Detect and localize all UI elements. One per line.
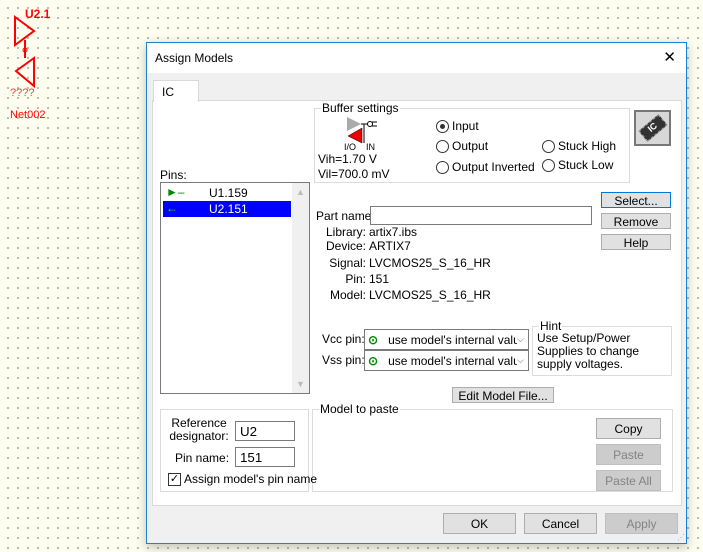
ic-icon[interactable]: IC (634, 110, 671, 146)
radio-output[interactable]: Output (436, 139, 488, 153)
chevron-down-icon: ⌵ (517, 334, 524, 344)
cancel-button[interactable]: Cancel (524, 513, 597, 534)
buffer-symbol[interactable] (12, 14, 42, 94)
reference-designator-input[interactable] (235, 421, 295, 441)
input-pin-icon: ← (166, 201, 178, 215)
pins-list[interactable]: ►– U1.159 ← U2.151 ▲ ▼ (160, 182, 310, 394)
reference-designator-label: Reference designator: (169, 416, 229, 443)
chevron-down-icon: ⌵ (517, 355, 524, 365)
signal-value: LVCMOS25_S_16_HR (369, 256, 491, 270)
vss-select[interactable]: ⊙ use model's internal valu ⌵ (364, 350, 529, 371)
checkbox-check-icon: ✓ (168, 472, 181, 486)
radio-input[interactable]: Input (436, 119, 479, 133)
select-button[interactable]: Select... (601, 192, 671, 208)
buffer-settings-label: Buffer settings (321, 101, 400, 115)
vss-label: Vss pin: (322, 353, 365, 367)
radio-stuck-high[interactable]: Stuck High (542, 139, 616, 153)
list-item-selected[interactable]: ← U2.151 (163, 201, 291, 217)
io-label: I/O (344, 142, 357, 152)
remove-button[interactable]: Remove (601, 213, 671, 229)
pin-label: Pin: (345, 272, 366, 286)
resize-grip-icon[interactable]: ⋰ (677, 533, 685, 542)
model-to-paste-label: Model to paste (319, 402, 400, 416)
ok-button[interactable]: OK (443, 513, 516, 534)
library-value: artix7.ibs (369, 225, 418, 239)
buffer-io-icon (347, 117, 377, 144)
output-pin-icon: ►– (166, 185, 185, 199)
paste-button[interactable]: Paste (596, 444, 661, 465)
pin-name-input[interactable] (235, 447, 295, 467)
help-button[interactable]: Help (601, 234, 671, 250)
hint-text: Use Setup/Power Supplies to change suppl… (537, 331, 640, 371)
device-value: ARTIX7 (369, 239, 411, 253)
pin-value: 151 (369, 272, 390, 286)
hint-group: Hint Use Setup/Power Supplies to change … (532, 319, 672, 376)
vih-text: Vih=1.70 V (318, 152, 377, 166)
device-label: Device: (325, 239, 366, 253)
vcc-select[interactable]: ⊙ use model's internal valu ⌵ (364, 329, 529, 350)
net-label: Net002 (10, 109, 46, 121)
paste-all-button[interactable]: Paste All (596, 470, 661, 491)
part-name-input[interactable] (370, 206, 592, 225)
dialog-title: Assign Models (155, 51, 234, 65)
title-bar: Assign Models ✕ (147, 43, 686, 73)
supply-icon: ⊙ (368, 332, 379, 347)
vil-text: Vil=700.0 mV (318, 167, 390, 181)
part-name-label: Part name: (316, 209, 375, 223)
close-icon[interactable]: ✕ (663, 48, 676, 66)
signal-label: Signal: (329, 256, 366, 270)
tab-ic[interactable]: IC (153, 80, 199, 102)
scrollbar[interactable]: ▲ ▼ (292, 183, 309, 393)
pin-name-label: Pin name: (175, 451, 230, 465)
supply-icon: ⊙ (368, 353, 379, 368)
vcc-label: Vcc pin: (322, 332, 365, 346)
assign-pin-name-checkbox[interactable]: ✓ Assign model's pin name (168, 472, 317, 486)
apply-button[interactable]: Apply (605, 513, 678, 534)
in-label: IN (366, 142, 375, 152)
library-label: Library: (325, 225, 366, 239)
pin-label: ???? (10, 87, 35, 99)
pins-label: Pins: (160, 168, 187, 182)
edit-model-file-button[interactable]: Edit Model File... (452, 387, 554, 403)
radio-output-inverted[interactable]: Output Inverted (436, 160, 535, 174)
list-item[interactable]: ►– U1.159 (163, 185, 291, 201)
copy-button[interactable]: Copy (596, 418, 661, 439)
model-label: Model: (329, 288, 366, 302)
model-value: LVCMOS25_S_16_HR (369, 288, 491, 302)
radio-stuck-low[interactable]: Stuck Low (542, 158, 613, 172)
